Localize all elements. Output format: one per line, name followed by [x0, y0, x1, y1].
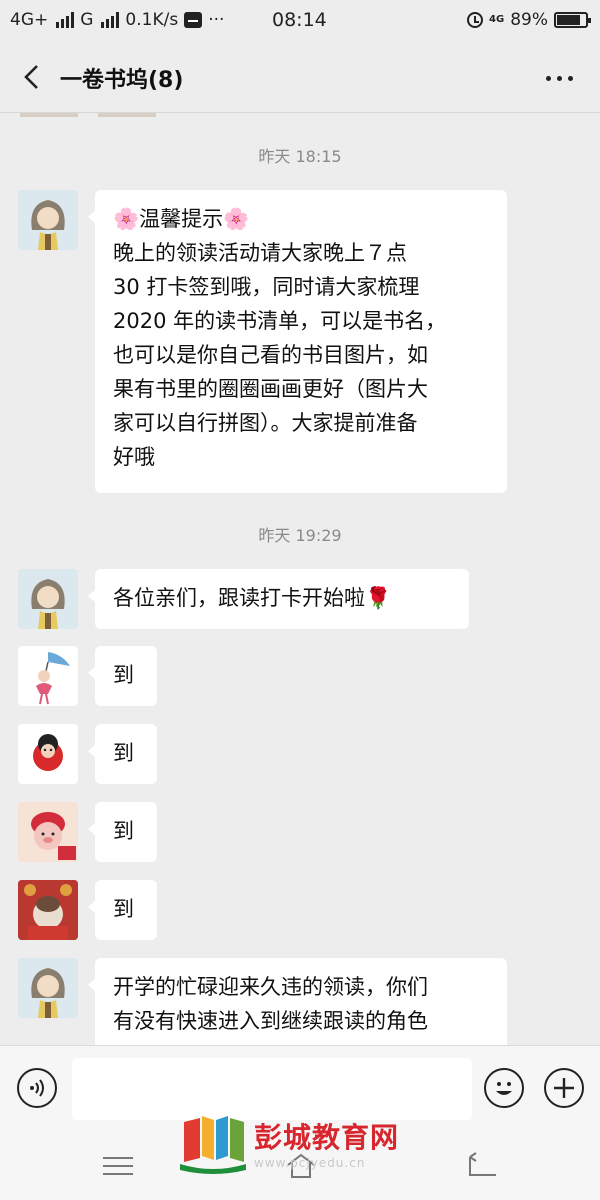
- voice-icon[interactable]: [17, 1068, 57, 1108]
- previous-message-fragment: [20, 113, 180, 119]
- watermark: 彭城教育网 www.pcjyedu.cn: [178, 1112, 448, 1176]
- avatar[interactable]: [18, 724, 78, 784]
- message-line: 到: [113, 663, 134, 687]
- message-icon: [184, 12, 203, 28]
- network-speed: 0.1K/s: [125, 10, 179, 30]
- avatar[interactable]: [18, 569, 78, 629]
- plus-icon[interactable]: [544, 1068, 584, 1108]
- message-line: 各位亲们，跟读打卡开始啦🌹: [113, 586, 392, 610]
- message-line: 🌸温馨提示🌸: [113, 207, 250, 231]
- avatar[interactable]: [18, 880, 78, 940]
- network-label-g: G: [80, 10, 94, 30]
- message-input[interactable]: [72, 1058, 472, 1120]
- message-bubble[interactable]: 到: [88, 646, 157, 706]
- message-line: 到: [113, 819, 134, 843]
- message-line: 30 打卡签到哦，同时请大家梳理: [113, 275, 420, 299]
- chat-header: 一卷书坞(8): [0, 42, 600, 113]
- back-arrow-icon[interactable]: [18, 62, 48, 92]
- back-icon[interactable]: [466, 1151, 500, 1181]
- message-line: 到: [113, 741, 134, 765]
- avatar[interactable]: [18, 190, 78, 250]
- message-line: 开学的忙碌迎来久违的领读，你们: [113, 975, 428, 999]
- message-line: 果有书里的圈圈画画更好（图片大: [113, 377, 428, 401]
- network-label-4g: 4G+: [10, 10, 49, 30]
- timestamp: 昨天 19:29: [258, 526, 342, 545]
- message-line: 好哦: [113, 445, 155, 469]
- message-line: 也可以是你自己看的书目图片，如: [113, 343, 428, 367]
- message-line: 晚上的领读活动请大家晚上７点: [113, 241, 407, 265]
- message-line: 2020 年的读书清单，可以是书名，: [113, 309, 447, 333]
- status-right: 4G 89%: [467, 10, 591, 30]
- avatar[interactable]: [18, 958, 78, 1018]
- message-bubble[interactable]: 到: [88, 880, 157, 940]
- timestamp: 昨天 18:15: [258, 147, 342, 166]
- avatar[interactable]: [18, 646, 78, 706]
- chat-title: 一卷书坞(8): [60, 68, 184, 93]
- message-line: 到: [113, 897, 134, 921]
- more-dots-icon[interactable]: [542, 64, 578, 92]
- battery-fill: [557, 15, 580, 25]
- avatar[interactable]: [18, 802, 78, 862]
- menu-icon[interactable]: [101, 1151, 135, 1181]
- signal-icon: [101, 12, 120, 28]
- battery-percent: 89%: [510, 10, 548, 30]
- message-bubble[interactable]: 开学的忙碌迎来久违的领读，你们 有没有快速进入到继续跟读的角色: [88, 958, 507, 1045]
- more-notifications: ···: [208, 10, 225, 30]
- message-list[interactable]: 昨天 18:15 🌸温馨提示🌸 晚上的领读活动请大家晚上７点 30 打卡签到哦，…: [0, 113, 600, 1045]
- watermark-url: www.pcjyedu.cn: [254, 1156, 366, 1170]
- net-badge: 4G: [489, 14, 505, 25]
- alarm-icon: [467, 12, 484, 28]
- signal-icon: [56, 12, 75, 28]
- clock: 08:14: [272, 9, 327, 31]
- message-bubble[interactable]: 🌸温馨提示🌸 晚上的领读活动请大家晚上７点 30 打卡签到哦，同时请大家梳理 2…: [88, 190, 507, 493]
- status-left: 4G+ G 0.1K/s ···: [10, 10, 224, 30]
- watermark-logo-icon: [180, 1116, 246, 1174]
- message-bubble[interactable]: 到: [88, 724, 157, 784]
- message-bubble[interactable]: 各位亲们，跟读打卡开始啦🌹: [88, 569, 469, 629]
- message-line: 家可以自行拼图）。大家提前准备: [113, 411, 418, 435]
- watermark-brand: 彭城教育网: [254, 1121, 400, 1154]
- emoji-icon[interactable]: [484, 1068, 524, 1108]
- message-bubble[interactable]: 到: [88, 802, 157, 862]
- battery-icon: [554, 12, 591, 28]
- status-bar: 4G+ G 0.1K/s ··· 08:14 4G 89%: [0, 0, 600, 42]
- message-line: 有没有快速进入到继续跟读的角色: [113, 1009, 428, 1033]
